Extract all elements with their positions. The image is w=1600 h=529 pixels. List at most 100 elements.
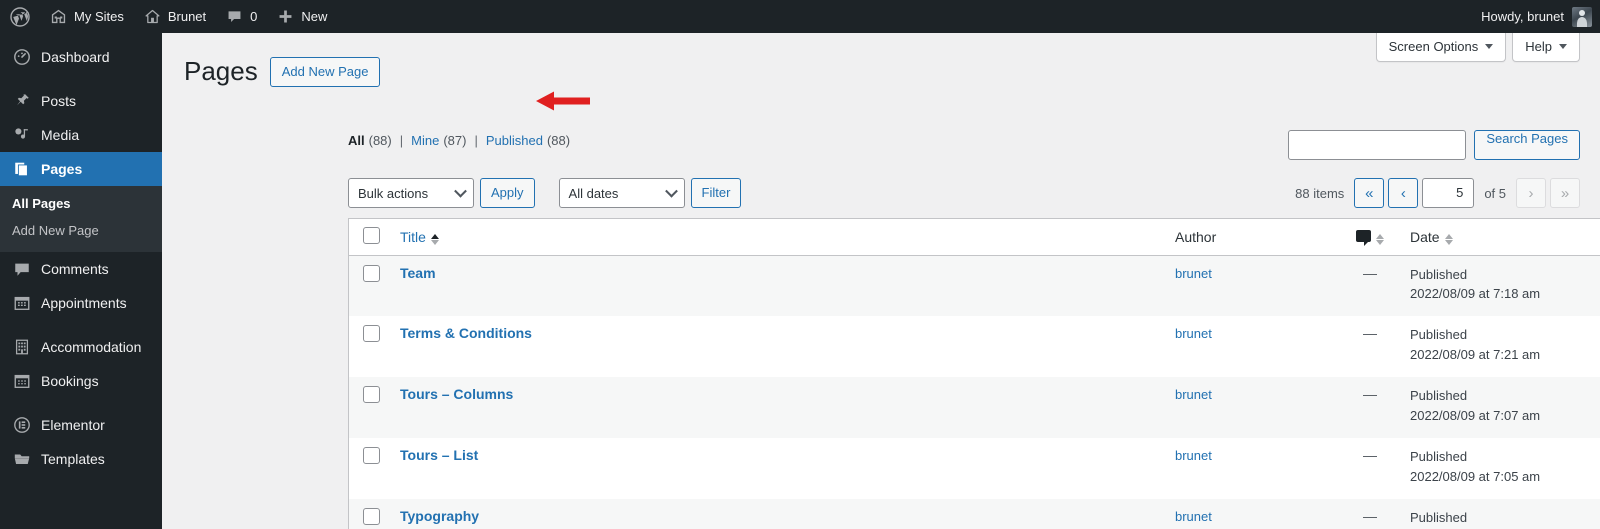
row-select-cell	[349, 438, 390, 499]
filter-link-all-label: All	[348, 133, 365, 148]
sidebar-item-label: Templates	[41, 451, 105, 467]
chevron-down-icon	[454, 184, 467, 198]
row-checkbox[interactable]	[363, 508, 380, 525]
column-header-comments[interactable]	[1340, 219, 1400, 256]
row-date: 2022/08/09 at 7:05 am	[1410, 468, 1541, 484]
wordpress-logo-button[interactable]	[0, 0, 40, 33]
filter-link-mine[interactable]: Mine (87)	[411, 133, 466, 148]
filter-button[interactable]: Filter	[690, 178, 742, 208]
screen-options-button[interactable]: Screen Options	[1375, 33, 1507, 62]
row-author-cell: brunet	[1165, 377, 1340, 438]
submenu-item-add-new-page[interactable]: Add New Page	[0, 217, 162, 244]
sort-indicator-icon	[1444, 233, 1453, 245]
first-page-button[interactable]: «	[1354, 178, 1385, 208]
column-header-date[interactable]: Date	[1400, 219, 1600, 256]
row-title-link[interactable]: Typography	[400, 508, 479, 524]
table-row[interactable]: Tours – List brunet — Published 2022/08/…	[349, 438, 1600, 499]
row-comments-cell: —	[1340, 316, 1400, 377]
search-input[interactable]	[1288, 130, 1467, 160]
row-checkbox[interactable]	[363, 325, 380, 342]
row-status: Published	[1410, 449, 1468, 464]
submenu-item-all-pages[interactable]: All Pages	[0, 190, 162, 217]
add-new-page-button[interactable]: Add New Page	[269, 56, 381, 88]
search-pages-button[interactable]: Search Pages	[1474, 130, 1580, 160]
row-author-link[interactable]: brunet	[1175, 326, 1212, 341]
previous-page-button[interactable]: ‹	[1388, 178, 1419, 208]
row-author-link[interactable]: brunet	[1175, 448, 1212, 463]
sidebar-item-templates[interactable]: Templates	[0, 442, 162, 476]
row-title-link[interactable]: Terms & Conditions	[400, 325, 532, 341]
row-checkbox[interactable]	[363, 264, 380, 282]
apply-button[interactable]: Apply	[480, 178, 535, 208]
row-title-link[interactable]: Tours – List	[400, 447, 478, 463]
row-date: 2022/08/09 at 7:21 am	[1410, 346, 1541, 362]
sidebar-item-dashboard[interactable]: Dashboard	[0, 40, 162, 74]
comments-bubble-menu[interactable]: 0	[216, 0, 267, 33]
sidebar-divider	[0, 74, 162, 84]
current-page-input[interactable]: 5	[1422, 178, 1475, 208]
my-sites-label: My Sites	[74, 9, 124, 24]
last-page-button: »	[1550, 178, 1580, 208]
pagination-group: 88 items « ‹ 5 of 5 › »	[1295, 178, 1580, 208]
column-header-title-label: Title	[400, 228, 426, 245]
row-title-link[interactable]: Team	[400, 265, 436, 281]
sidebar-item-label: Dashboard	[41, 49, 110, 65]
sidebar-item-media[interactable]: Media	[0, 118, 162, 152]
column-header-date-label: Date	[1410, 228, 1440, 245]
account-menu[interactable]: Howdy, brunet	[1471, 0, 1600, 33]
chevron-down-icon	[1559, 44, 1567, 49]
column-header-title[interactable]: Title	[390, 219, 1165, 256]
calendar-icon	[12, 293, 32, 313]
filter-link-published-label: Published	[485, 133, 543, 148]
row-status: Published	[1410, 327, 1468, 342]
screen-options-label: Screen Options	[1388, 39, 1479, 54]
row-checkbox[interactable]	[363, 447, 380, 464]
bulk-actions-select[interactable]: Bulk actions	[348, 178, 474, 208]
chevron-down-icon	[1485, 44, 1494, 49]
date-filter-select[interactable]: All dates	[558, 178, 685, 208]
sidebar-item-appointments[interactable]: Appointments	[0, 286, 162, 320]
table-row[interactable]: Tours – Columns brunet — Published 2022/…	[349, 377, 1600, 438]
row-date-cell: Published 2023/05/18 at 10:29 am	[1400, 499, 1600, 529]
comment-icon	[12, 259, 32, 279]
row-author-link[interactable]: brunet	[1175, 509, 1212, 524]
filter-separator: |	[399, 133, 404, 148]
sidebar-item-comments[interactable]: Comments	[0, 252, 162, 286]
media-icon	[12, 125, 32, 145]
row-author-cell: brunet	[1165, 316, 1340, 377]
row-title-link[interactable]: Tours – Columns	[400, 386, 513, 402]
table-row[interactable]: Team brunet — Published 2022/08/09 at 7:…	[349, 255, 1600, 316]
pages-submenu: All Pages Add New Page	[0, 186, 162, 252]
table-header-row: Title Author Date	[349, 219, 1600, 256]
row-author-cell: brunet	[1165, 255, 1340, 316]
table-row[interactable]: Terms & Conditions brunet — Published 20…	[349, 316, 1600, 377]
pages-icon	[12, 159, 32, 179]
select-all-checkbox[interactable]	[363, 226, 380, 244]
row-status: Published	[1410, 266, 1468, 282]
filter-link-published[interactable]: Published (88)	[486, 133, 570, 148]
table-row[interactable]: Typography brunet — Published 2023/05/18…	[349, 499, 1600, 529]
sidebar-item-posts[interactable]: Posts	[0, 84, 162, 118]
new-content-menu[interactable]: New	[267, 0, 337, 33]
row-author-link[interactable]: brunet	[1175, 387, 1212, 402]
filter-link-published-count: (88)	[546, 133, 571, 148]
sidebar-item-label: Comments	[41, 261, 109, 277]
row-comments-cell: —	[1340, 438, 1400, 499]
page-title: Pages	[184, 56, 258, 86]
screen-meta-links: Screen Options Help	[1375, 33, 1580, 62]
filter-link-all[interactable]: All (88)	[348, 133, 392, 148]
my-sites-menu[interactable]: My Sites	[40, 0, 134, 33]
building-icon	[12, 337, 32, 357]
row-checkbox[interactable]	[363, 386, 380, 403]
filter-separator: |	[474, 133, 478, 148]
sidebar-item-elementor[interactable]: Elementor	[0, 408, 162, 442]
sidebar-item-label: Accommodation	[41, 339, 142, 355]
sidebar-item-accommodation[interactable]: Accommodation	[0, 330, 162, 364]
row-author-link[interactable]: brunet	[1175, 266, 1212, 281]
comment-bubble-icon	[1356, 229, 1371, 246]
sidebar-item-pages[interactable]: Pages	[0, 152, 162, 186]
help-button[interactable]: Help	[1512, 33, 1580, 62]
sidebar-item-bookings[interactable]: Bookings	[0, 364, 162, 398]
row-comments-cell: —	[1340, 499, 1400, 529]
site-name-menu[interactable]: Brunet	[134, 0, 216, 33]
